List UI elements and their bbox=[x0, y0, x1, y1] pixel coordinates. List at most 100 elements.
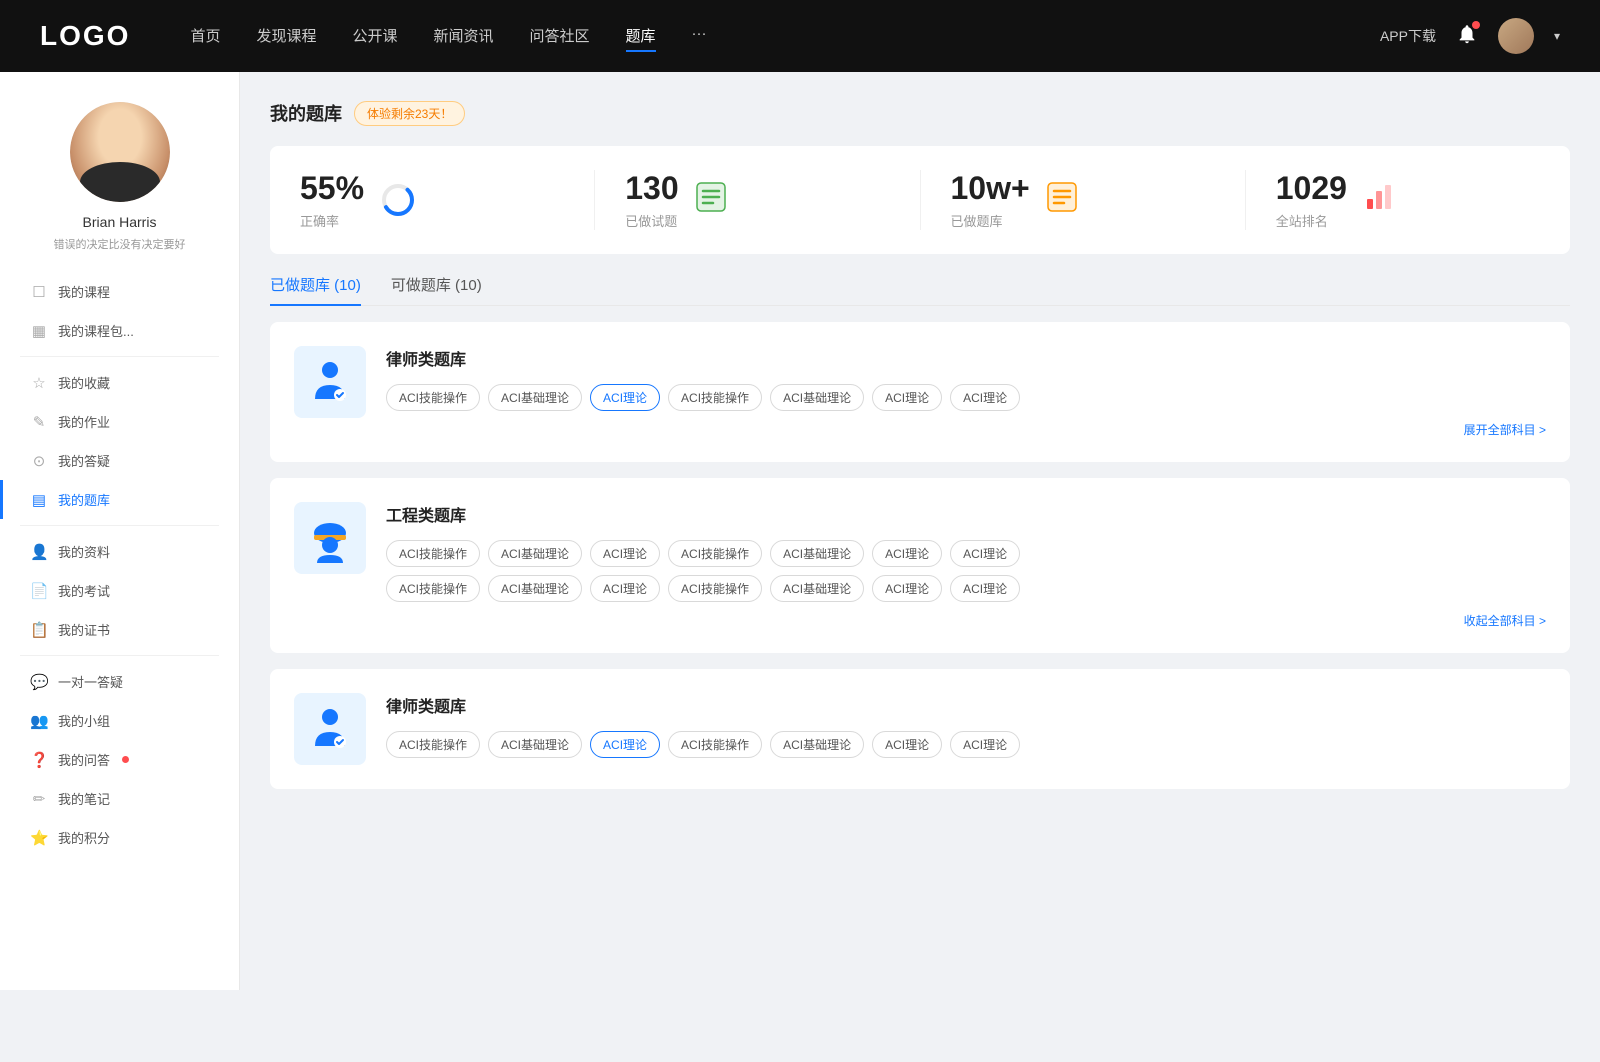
qbank-header: 律师类题库 ACI技能操作 ACI基础理论 ACI理论 ACI技能操作 ACI基… bbox=[294, 693, 1546, 765]
tag[interactable]: ACI技能操作 bbox=[668, 384, 762, 411]
stats-row: 55% 正确率 130 已做试题 bbox=[270, 146, 1570, 254]
sidebar-item-questions[interactable]: ⊙ 我的答疑 bbox=[0, 441, 239, 480]
sidebar-label: 我的证书 bbox=[58, 620, 110, 639]
accuracy-value: 55% bbox=[300, 170, 364, 207]
chevron-down-icon[interactable]: ▾ bbox=[1554, 29, 1560, 43]
sidebar-item-group[interactable]: 👥 我的小组 bbox=[0, 701, 239, 740]
avatar-portrait bbox=[70, 102, 170, 202]
tag[interactable]: ACI理论 bbox=[872, 384, 942, 411]
tag[interactable]: ACI基础理论 bbox=[770, 540, 864, 567]
tab-available[interactable]: 可做题库 (10) bbox=[391, 274, 482, 305]
expand-link[interactable]: 展开全部科目 > bbox=[386, 421, 1546, 438]
nav-home[interactable]: 首页 bbox=[190, 21, 220, 52]
tag[interactable]: ACI理论 bbox=[590, 540, 660, 567]
nav-news[interactable]: 新闻资讯 bbox=[434, 21, 494, 52]
tag[interactable]: ACI基础理论 bbox=[488, 731, 582, 758]
tag[interactable]: ACI技能操作 bbox=[386, 575, 480, 602]
tag[interactable]: ACI理论 bbox=[950, 731, 1020, 758]
tag[interactable]: ACI理论 bbox=[950, 575, 1020, 602]
tag[interactable]: ACI理论 bbox=[590, 575, 660, 602]
nav-qa[interactable]: 问答社区 bbox=[530, 21, 590, 52]
divider bbox=[20, 655, 219, 656]
tag[interactable]: ACI基础理论 bbox=[488, 575, 582, 602]
notes-icon: ✏ bbox=[30, 790, 48, 808]
tag[interactable]: ACI技能操作 bbox=[668, 575, 762, 602]
nav-more[interactable]: ··· bbox=[692, 21, 707, 52]
logo[interactable]: LOGO bbox=[40, 20, 130, 52]
accuracy-text-wrap: 55% 正确率 bbox=[300, 170, 364, 230]
tags-row-2: ACI技能操作 ACI基础理论 ACI理论 ACI技能操作 ACI基础理论 AC… bbox=[386, 575, 1546, 602]
nav-discover[interactable]: 发现课程 bbox=[256, 21, 316, 52]
qbank-title-3: 律师类题库 bbox=[386, 693, 1546, 717]
tag-active[interactable]: ACI理论 bbox=[590, 731, 660, 758]
stat-accuracy: 55% 正确率 bbox=[270, 170, 595, 230]
qbank-card-lawyer-1: 律师类题库 ACI技能操作 ACI基础理论 ACI理论 ACI技能操作 ACI基… bbox=[270, 322, 1570, 462]
sidebar-item-points[interactable]: ⭐ 我的积分 bbox=[0, 818, 239, 857]
collapse-link[interactable]: 收起全部科目 > bbox=[386, 612, 1546, 629]
tag[interactable]: ACI技能操作 bbox=[386, 731, 480, 758]
stat-done-questions: 130 已做试题 bbox=[595, 170, 920, 230]
user-name: Brian Harris bbox=[83, 214, 157, 230]
qbank-title: 律师类题库 bbox=[386, 346, 1546, 370]
qbank-tags-3: ACI技能操作 ACI基础理论 ACI理论 ACI技能操作 ACI基础理论 AC… bbox=[386, 731, 1546, 758]
rank-value: 1029 bbox=[1276, 170, 1347, 207]
sidebar-item-qa[interactable]: ❓ 我的问答 bbox=[0, 740, 239, 779]
qbank-body: 律师类题库 ACI技能操作 ACI基础理论 ACI理论 ACI技能操作 ACI基… bbox=[386, 346, 1546, 438]
profile-icon: 👤 bbox=[30, 543, 48, 561]
tag[interactable]: ACI理论 bbox=[872, 540, 942, 567]
nav-qbank[interactable]: 题库 bbox=[626, 21, 656, 52]
qbank-title: 工程类题库 bbox=[386, 502, 1546, 526]
sidebar-item-1on1[interactable]: 💬 一对一答疑 bbox=[0, 662, 239, 701]
tag[interactable]: ACI基础理论 bbox=[770, 384, 864, 411]
done-q-label: 已做试题 bbox=[625, 211, 678, 230]
user-motto: 错误的决定比没有决定要好 bbox=[34, 236, 206, 252]
app-download[interactable]: APP下载 bbox=[1380, 26, 1436, 46]
tag-active[interactable]: ACI理论 bbox=[590, 384, 660, 411]
tag[interactable]: ACI技能操作 bbox=[668, 731, 762, 758]
sidebar-label: 我的答疑 bbox=[58, 451, 110, 470]
qbank-header: 工程类题库 ACI技能操作 ACI基础理论 ACI理论 ACI技能操作 ACI基… bbox=[294, 502, 1546, 629]
sidebar-item-homework[interactable]: ✎ 我的作业 bbox=[0, 402, 239, 441]
tag[interactable]: ACI技能操作 bbox=[386, 384, 480, 411]
sidebar-menu: ☐ 我的课程 ▦ 我的课程包... ☆ 我的收藏 ✎ 我的作业 ⊙ 我的答疑 ▤ bbox=[0, 272, 239, 857]
tag[interactable]: ACI理论 bbox=[950, 540, 1020, 567]
sidebar-item-profile[interactable]: 👤 我的资料 bbox=[0, 532, 239, 571]
page-title: 我的题库 bbox=[270, 100, 342, 126]
tag[interactable]: ACI理论 bbox=[950, 384, 1020, 411]
qbank-card-lawyer-2: 律师类题库 ACI技能操作 ACI基础理论 ACI理论 ACI技能操作 ACI基… bbox=[270, 669, 1570, 789]
qbank-icon: ▤ bbox=[30, 491, 48, 509]
main-content: 我的题库 体验剩余23天！ 55% 正确率 bbox=[240, 72, 1600, 990]
sidebar-label: 我的课程包... bbox=[58, 321, 134, 340]
stat-rank: 1029 全站排名 bbox=[1246, 170, 1570, 230]
sidebar-item-exam[interactable]: 📄 我的考试 bbox=[0, 571, 239, 610]
sidebar-item-favorites[interactable]: ☆ 我的收藏 bbox=[0, 363, 239, 402]
tag[interactable]: ACI技能操作 bbox=[668, 540, 762, 567]
trial-badge: 体验剩余23天！ bbox=[354, 101, 465, 126]
sidebar-item-certificate[interactable]: 📋 我的证书 bbox=[0, 610, 239, 649]
tag[interactable]: ACI基础理论 bbox=[770, 731, 864, 758]
cert-icon: 📋 bbox=[30, 621, 48, 639]
sidebar-item-course-package[interactable]: ▦ 我的课程包... bbox=[0, 311, 239, 350]
avatar[interactable] bbox=[1498, 18, 1534, 54]
done-b-text-wrap: 10w+ 已做题库 bbox=[951, 170, 1030, 230]
tag[interactable]: ACI技能操作 bbox=[386, 540, 480, 567]
divider bbox=[20, 356, 219, 357]
list-yellow-icon bbox=[1046, 181, 1078, 220]
tag[interactable]: ACI基础理论 bbox=[488, 540, 582, 567]
tag[interactable]: ACI理论 bbox=[872, 575, 942, 602]
nav-right: APP下载 ▾ bbox=[1380, 18, 1560, 54]
stat-done-banks: 10w+ 已做题库 bbox=[921, 170, 1246, 230]
bar-chart-icon bbox=[1363, 181, 1395, 220]
tag[interactable]: ACI基础理论 bbox=[488, 384, 582, 411]
tag[interactable]: ACI理论 bbox=[872, 731, 942, 758]
nav-open-course[interactable]: 公开课 bbox=[352, 21, 397, 52]
tag[interactable]: ACI基础理论 bbox=[770, 575, 864, 602]
points-icon: ⭐ bbox=[30, 829, 48, 847]
sidebar-label: 我的考试 bbox=[58, 581, 110, 600]
tab-done[interactable]: 已做题库 (10) bbox=[270, 274, 361, 305]
sidebar-item-notes[interactable]: ✏ 我的笔记 bbox=[0, 779, 239, 818]
sidebar-item-qbank[interactable]: ▤ 我的题库 bbox=[0, 480, 239, 519]
sidebar-label: 我的作业 bbox=[58, 412, 110, 431]
bell-button[interactable] bbox=[1456, 23, 1478, 50]
sidebar-item-course[interactable]: ☐ 我的课程 bbox=[0, 272, 239, 311]
